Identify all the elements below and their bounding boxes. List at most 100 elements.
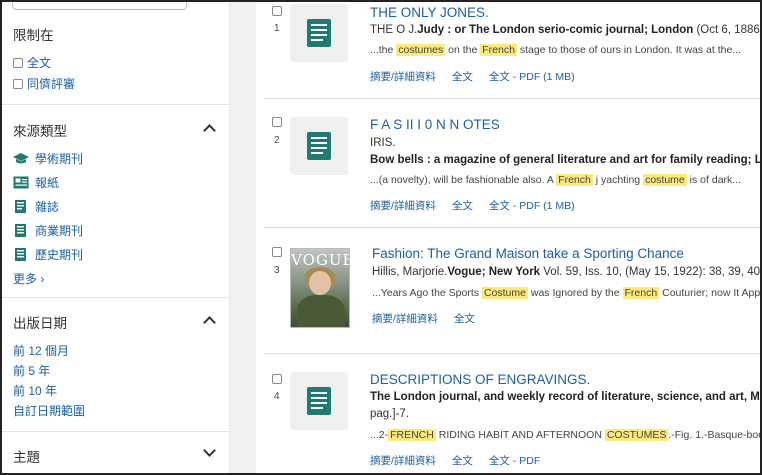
snippet-text: RIDING HABIT AND AFTERNOON: [435, 429, 605, 441]
result-item: 4 DESCRIPTIONS OF ENGRAVINGS. The London…: [264, 354, 760, 473]
source-magazines[interactable]: 雜誌: [13, 198, 59, 215]
source-label: 學術期刊: [35, 152, 84, 166]
search-highlight: Costume: [481, 287, 528, 299]
chevron-up-icon[interactable]: [203, 316, 216, 329]
full-text-link[interactable]: 全文: [452, 69, 473, 84]
document-thumbnail[interactable]: [290, 372, 348, 430]
full-text-link[interactable]: 全文: [454, 311, 475, 326]
document-icon: [307, 19, 331, 47]
snippet-text: ...2-: [370, 429, 389, 441]
result-snippet: ...(a novelty), will be fashionable also…: [370, 174, 741, 186]
source-type-title: 來源類型: [13, 124, 67, 139]
document-thumbnail[interactable]: [290, 4, 348, 62]
result-author: IRIS.: [370, 137, 396, 149]
limit-title: 限制在: [13, 28, 54, 43]
filter-label: 全文: [27, 56, 52, 70]
date-last-5-years[interactable]: 前 5 年: [13, 362, 50, 379]
result-snippet: ...Years Ago the Sports Costume was Igno…: [372, 287, 760, 299]
full-text-pdf-link[interactable]: 全文 - PDF (1 MB): [489, 198, 575, 213]
result-item: 1 THE ONLY JONES. THE O J.Judy : or The …: [264, 2, 760, 99]
result-citation: Hillis, Marjorie.Vogue; New York Vol. 59…: [372, 266, 760, 278]
result-checkbox[interactable]: [272, 247, 282, 257]
result-pages: pag.]-7.: [370, 408, 409, 420]
source-historical-periodicals[interactable]: 歷史期刊: [13, 246, 83, 263]
source-label: 雜誌: [35, 200, 60, 214]
cover-art: [309, 271, 331, 295]
result-title[interactable]: Fashion: The Grand Maison take a Sportin…: [372, 246, 684, 261]
limit-section: 限制在 全文 同儕評審: [2, 2, 230, 105]
result-checkbox[interactable]: [272, 6, 282, 16]
abstract-details-link[interactable]: 摘要/詳細資料: [370, 198, 436, 213]
date-custom-range[interactable]: 自訂日期範圍: [13, 402, 85, 419]
full-text-pdf-link[interactable]: 全文 - PDF: [489, 453, 540, 468]
search-highlight: FRENCH: [388, 429, 436, 441]
source-label: 報紙: [35, 176, 60, 190]
source-type-section: 來源類型 學術期刊 報紙 雜誌 商業期刊 歷史期刊 更多 ›: [2, 105, 230, 298]
snippet-text: .-Fig. 1.-Basque-bodice a: [668, 429, 760, 441]
document-thumbnail[interactable]: [290, 117, 348, 175]
snippet-text: ...(a novelty), will be fashionable also…: [370, 174, 557, 186]
publication-date-title: 出版日期: [13, 316, 67, 331]
chevron-up-icon[interactable]: [203, 124, 216, 137]
checkbox[interactable]: [13, 78, 23, 89]
full-text-link[interactable]: 全文: [452, 198, 473, 213]
newspaper-icon: [13, 176, 29, 189]
full-text-link[interactable]: 全文: [452, 453, 473, 468]
subject-title: 主題: [13, 450, 40, 465]
source-trade-journals[interactable]: 商業期刊: [13, 222, 83, 239]
snippet-text: ...Years Ago the Sports: [372, 287, 482, 299]
source-newspapers[interactable]: 報紙: [13, 174, 59, 191]
source-label: 商業期刊: [35, 224, 84, 238]
checkbox[interactable]: [13, 57, 23, 68]
date-last-10-years[interactable]: 前 10 年: [13, 382, 57, 399]
result-checkbox[interactable]: [272, 117, 282, 127]
more-sources-link[interactable]: 更多 ›: [13, 270, 44, 287]
citation-author: Hillis, Marjorie.: [372, 266, 448, 278]
filter-full-text[interactable]: 全文: [13, 54, 51, 71]
search-highlight: French: [556, 174, 593, 186]
result-snippet: ...2- FRENCH RIDING HABIT AND AFTERNOON C…: [370, 429, 760, 441]
chevron-down-icon[interactable]: [203, 444, 216, 457]
sidebar-gutter: [230, 2, 256, 473]
result-links: 摘要/詳細資料 全文 全文 - PDF: [370, 453, 540, 468]
search-highlight: costume: [643, 174, 687, 186]
trade-journal-icon: [15, 224, 26, 237]
results-page: 限制在 全文 同儕評審 來源類型 學術期刊 報紙 雜誌 商業期刊 歷史期刊 更多…: [0, 0, 762, 475]
snippet-text: j yachting: [592, 174, 644, 186]
abstract-details-link[interactable]: 摘要/詳細資料: [370, 69, 436, 84]
result-links: 摘要/詳細資料 全文 全文 - PDF (1 MB): [370, 198, 575, 213]
graduation-cap-icon: [13, 153, 29, 164]
citation-source: Vogue; New York: [447, 266, 541, 278]
filter-peer-reviewed[interactable]: 同儕評審: [13, 75, 75, 92]
magazine-cover-image[interactable]: VOGUE: [290, 248, 350, 328]
citation-date: (Oct 6, 1886): 160-1: [696, 24, 760, 36]
result-title[interactable]: DESCRIPTIONS OF ENGRAVINGS.: [370, 372, 590, 387]
result-checkbox[interactable]: [272, 374, 282, 384]
citation-source: Bow bells : a magazine of general litera…: [370, 154, 762, 166]
result-links: 摘要/詳細資料 全文 全文 - PDF (1 MB): [370, 69, 575, 84]
date-last-12-months[interactable]: 前 12 個月: [13, 342, 69, 359]
citation-source: Judy : or The London serio-comic journal…: [417, 24, 694, 36]
result-title[interactable]: THE ONLY JONES.: [370, 5, 489, 20]
abstract-details-link[interactable]: 摘要/詳細資料: [370, 453, 436, 468]
source-label: 歷史期刊: [35, 248, 84, 262]
result-snippet: ...the costumes on the French stage to t…: [370, 44, 741, 56]
result-number: 1: [274, 23, 280, 34]
document-icon: [307, 387, 331, 415]
filter-sidebar: 限制在 全文 同儕評審 來源類型 學術期刊 報紙 雜誌 商業期刊 歷史期刊 更多…: [2, 2, 230, 473]
result-number: 3: [274, 265, 280, 276]
snippet-text: is of dark...: [686, 174, 742, 186]
result-item: 3 VOGUE Fashion: The Grand Maison take a…: [264, 228, 760, 354]
historical-periodical-icon: [15, 248, 26, 261]
snippet-text: stage to those of ours in London. It was…: [516, 44, 742, 56]
snippet-text: ...the: [370, 44, 397, 56]
search-highlight: costumes: [396, 44, 446, 56]
abstract-details-link[interactable]: 摘要/詳細資料: [372, 311, 438, 326]
search-highlight: French: [622, 287, 660, 299]
snippet-text: was Ignored by the: [527, 287, 623, 299]
result-title[interactable]: F A S II I 0 N N OTES: [370, 117, 500, 132]
result-item: 2 F A S II I 0 N N OTES IRIS. Bow bells …: [264, 99, 762, 228]
result-citation: Bow bells : a magazine of general litera…: [370, 154, 762, 166]
full-text-pdf-link[interactable]: 全文 - PDF (1 MB): [489, 69, 575, 84]
source-scholarly-journals[interactable]: 學術期刊: [13, 150, 83, 167]
